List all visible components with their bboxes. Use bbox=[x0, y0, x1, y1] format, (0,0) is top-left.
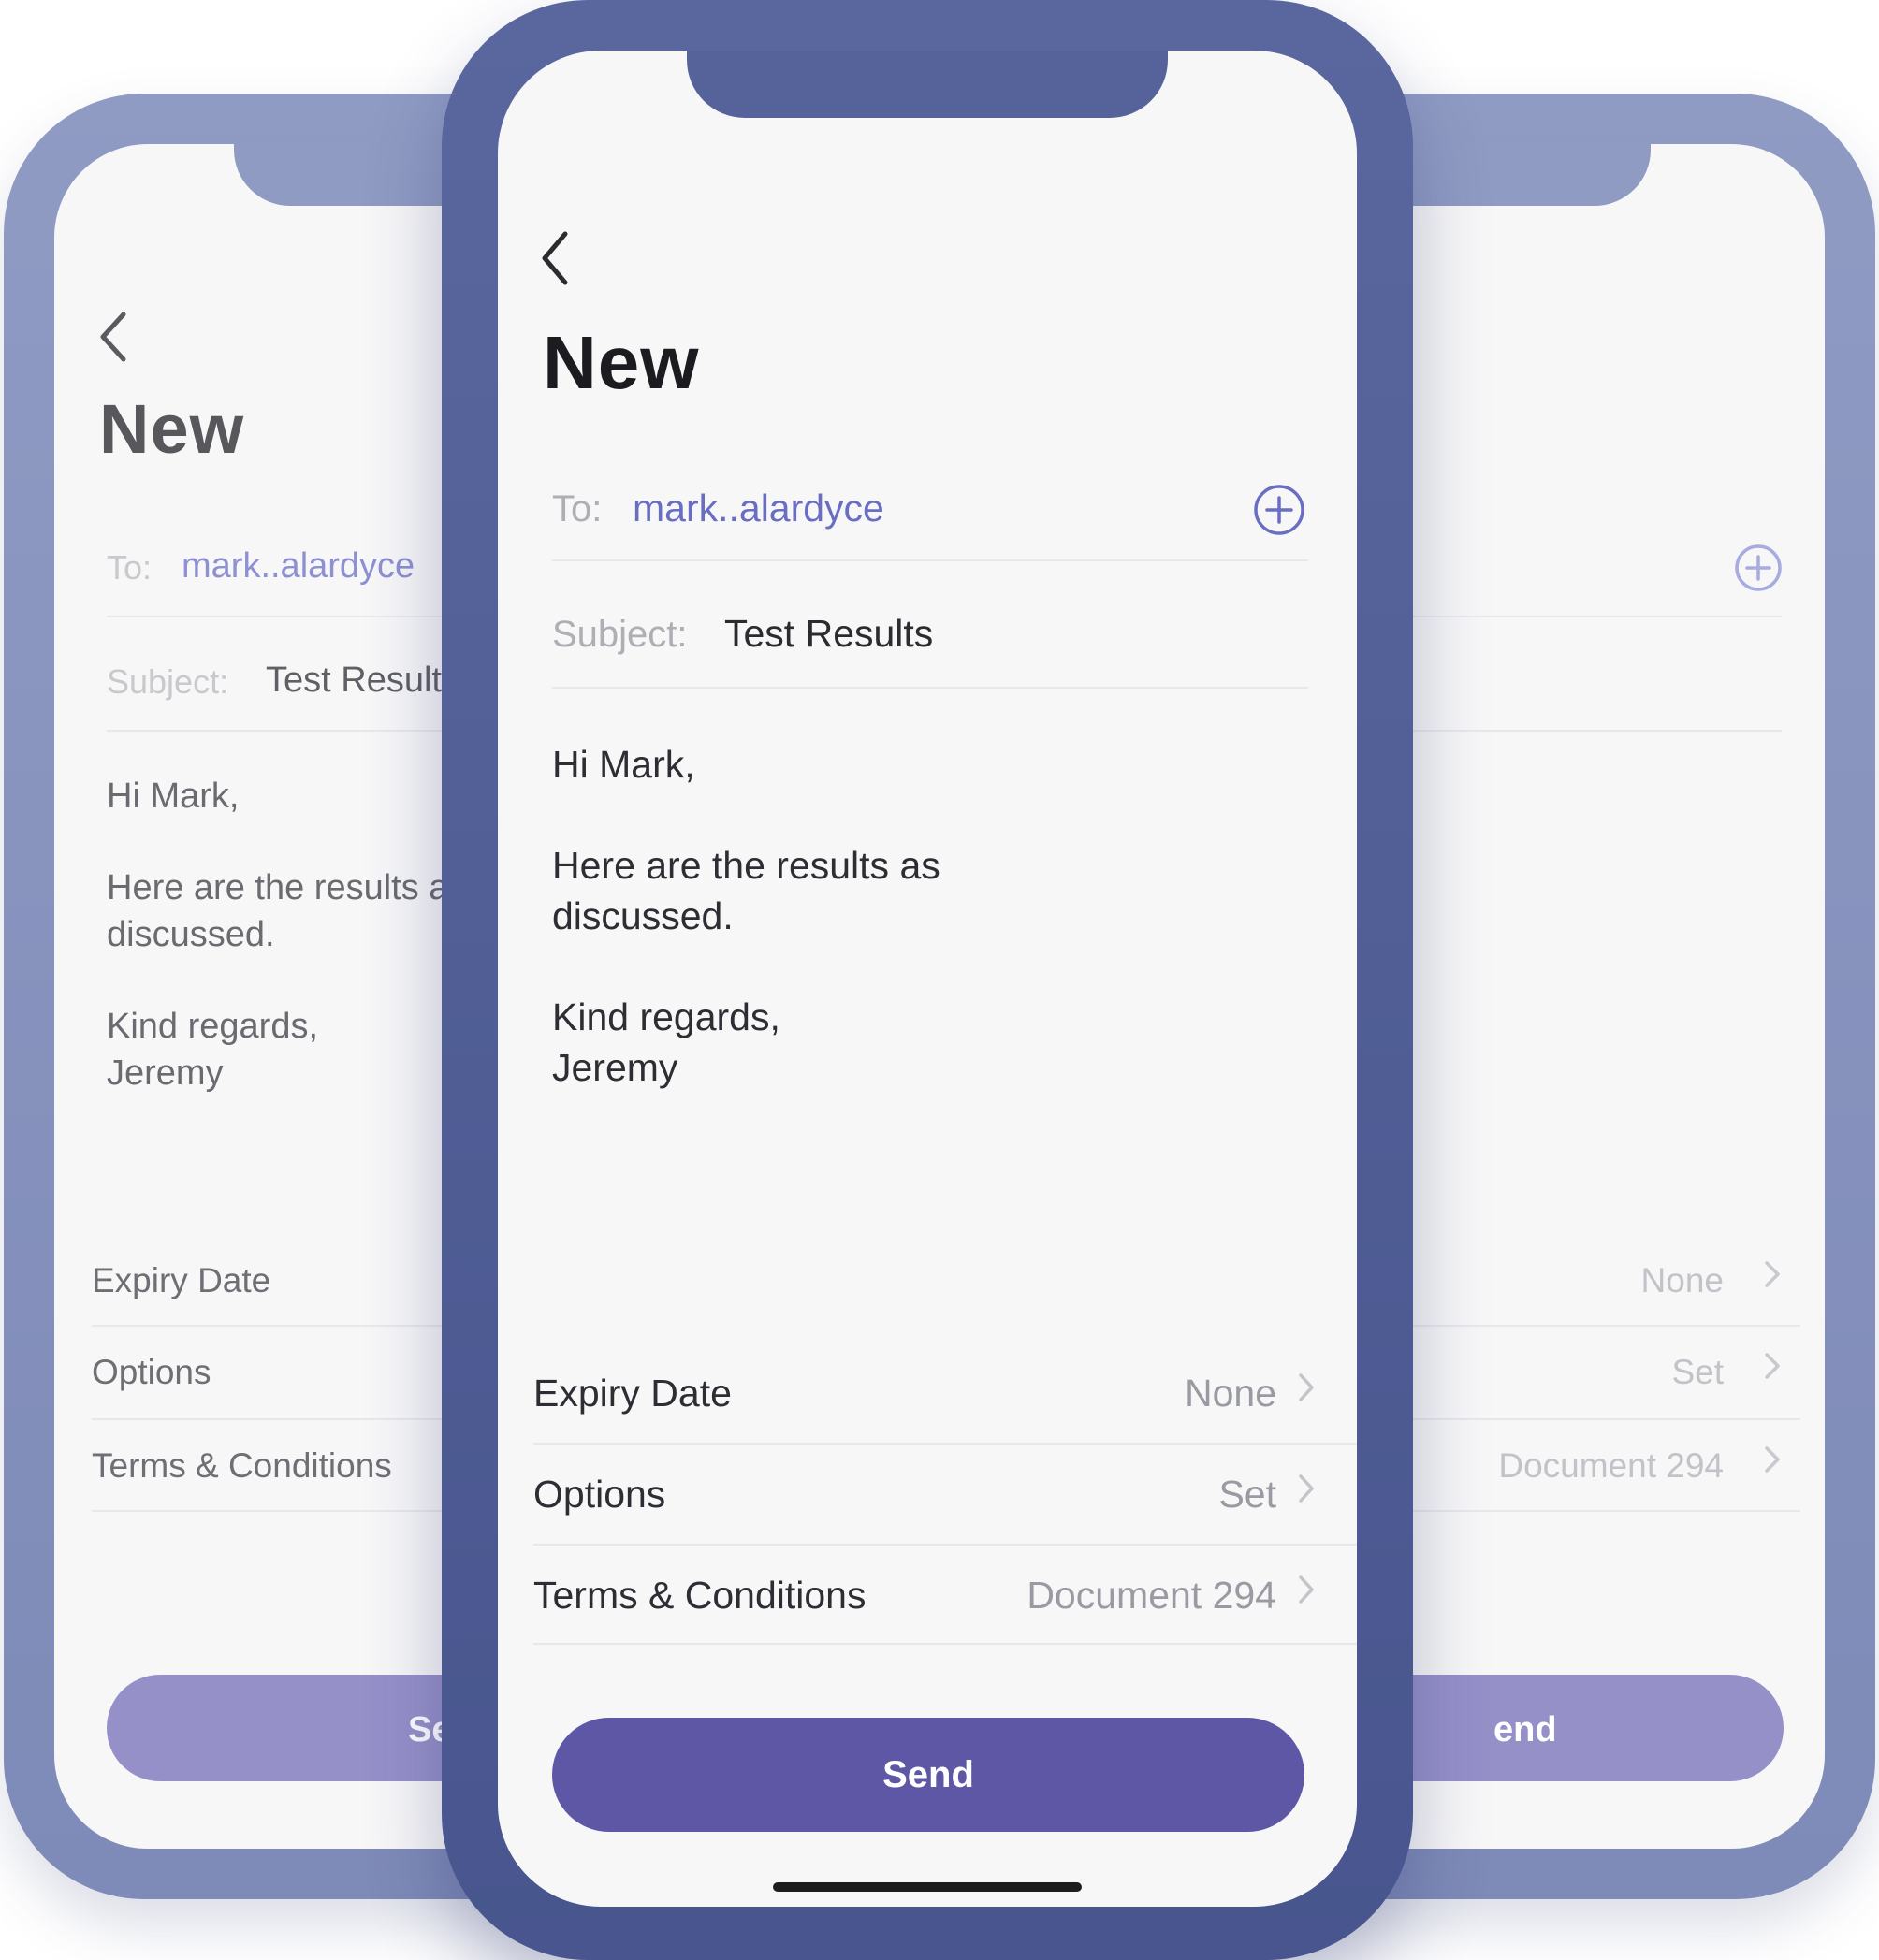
subject-label: Subject: bbox=[107, 662, 229, 701]
to-field[interactable]: mark..alardyce bbox=[633, 486, 884, 530]
page-title: New bbox=[543, 321, 700, 404]
expiry-divider bbox=[533, 1443, 1357, 1445]
terms-divider bbox=[533, 1643, 1357, 1645]
front-phone-frame: New To: mark..alardyce Subject: Test Res… bbox=[442, 0, 1413, 1960]
subject-field[interactable]: Test Result bbox=[266, 661, 442, 701]
message-body-line1[interactable]: Here are the results as bbox=[552, 840, 940, 893]
message-closing-line1[interactable]: Kind regards, bbox=[107, 1003, 318, 1052]
expiry-date-label[interactable]: Expiry Date bbox=[533, 1372, 732, 1416]
plus-circle-icon[interactable] bbox=[1252, 483, 1306, 537]
subject-divider bbox=[552, 687, 1308, 689]
options-label[interactable]: Options bbox=[92, 1353, 211, 1392]
front-phone-screen: New To: mark..alardyce Subject: Test Res… bbox=[498, 51, 1357, 1907]
expiry-date-value[interactable]: None bbox=[1641, 1261, 1724, 1300]
message-closing-line1[interactable]: Kind regards, bbox=[552, 992, 780, 1044]
subject-field[interactable]: Test Results bbox=[724, 612, 933, 656]
expiry-date-value[interactable]: None bbox=[1185, 1372, 1276, 1416]
to-label: To: bbox=[552, 488, 603, 530]
send-button[interactable]: Send bbox=[552, 1718, 1304, 1832]
chevron-right-icon bbox=[1765, 1353, 1780, 1379]
chevron-right-icon bbox=[1299, 1474, 1314, 1503]
chevron-right-icon bbox=[1765, 1261, 1780, 1287]
send-button-label: Send bbox=[882, 1753, 974, 1795]
terms-label[interactable]: Terms & Conditions bbox=[92, 1446, 392, 1486]
chevron-left-icon[interactable] bbox=[95, 309, 133, 365]
options-value[interactable]: Set bbox=[1671, 1353, 1724, 1392]
home-indicator bbox=[773, 1882, 1082, 1892]
chevron-right-icon bbox=[1765, 1446, 1780, 1473]
terms-label[interactable]: Terms & Conditions bbox=[533, 1574, 866, 1618]
plus-circle-icon[interactable] bbox=[1733, 543, 1784, 593]
message-greeting[interactable]: Hi Mark, bbox=[552, 739, 695, 791]
to-field[interactable]: mark..alardyce bbox=[182, 546, 415, 587]
options-value[interactable]: Set bbox=[1218, 1473, 1276, 1517]
expiry-date-label[interactable]: Expiry Date bbox=[92, 1261, 270, 1300]
subject-label: Subject: bbox=[552, 614, 688, 655]
options-label[interactable]: Options bbox=[533, 1473, 665, 1517]
options-divider bbox=[533, 1544, 1357, 1546]
message-closing-line2[interactable]: Jeremy bbox=[552, 1042, 677, 1095]
terms-value[interactable]: Document 294 bbox=[1498, 1446, 1724, 1486]
message-greeting[interactable]: Hi Mark, bbox=[107, 773, 239, 821]
front-phone-notch bbox=[687, 51, 1168, 118]
message-body-line2[interactable]: discussed. bbox=[107, 911, 275, 960]
to-divider bbox=[552, 559, 1308, 561]
terms-value[interactable]: Document 294 bbox=[1027, 1574, 1276, 1618]
message-closing-line2[interactable]: Jeremy bbox=[107, 1050, 224, 1098]
send-button-label: end bbox=[1493, 1710, 1557, 1749]
chevron-right-icon bbox=[1299, 1373, 1314, 1401]
message-body-line1[interactable]: Here are the results a bbox=[107, 864, 448, 913]
to-label: To: bbox=[107, 548, 153, 587]
message-body-line2[interactable]: discussed. bbox=[552, 891, 734, 943]
page-title: New bbox=[99, 390, 245, 468]
chevron-right-icon bbox=[1299, 1575, 1314, 1604]
chevron-left-icon[interactable] bbox=[537, 228, 575, 288]
